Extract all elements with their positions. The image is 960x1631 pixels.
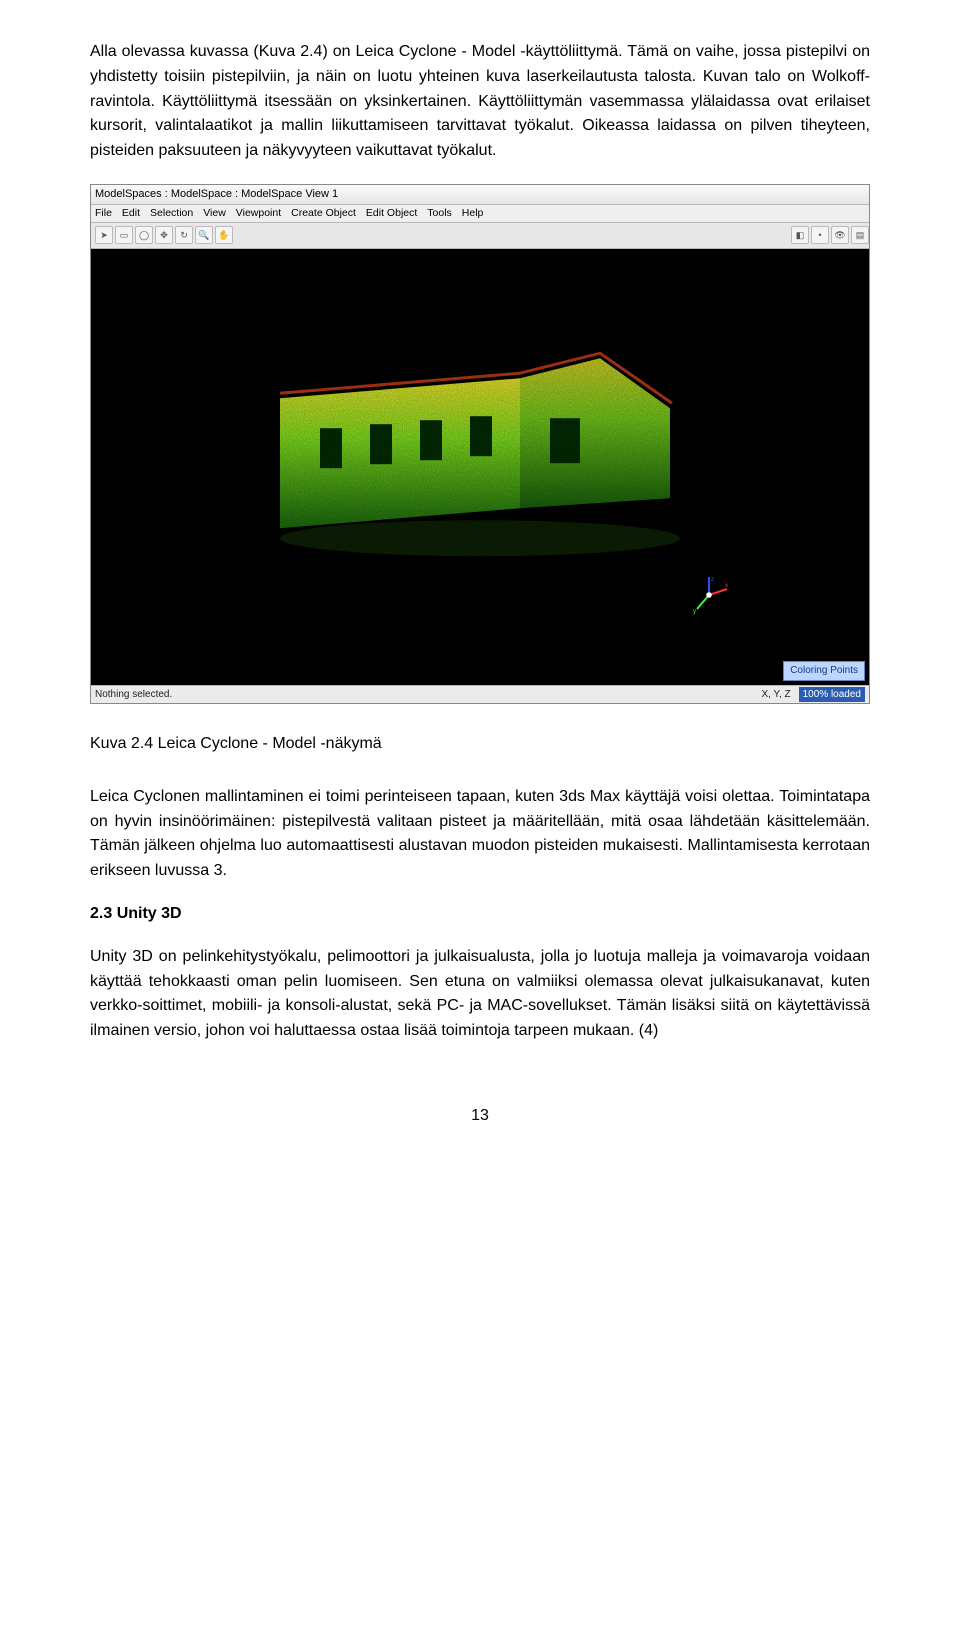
svg-text:y: y — [693, 609, 696, 615]
cyclone-screenshot: ModelSpaces : ModelSpace : ModelSpace Vi… — [90, 184, 870, 704]
tool-lasso-icon[interactable]: ◯ — [135, 226, 153, 244]
window-title: ModelSpaces : ModelSpace : ModelSpace Vi… — [95, 186, 338, 203]
tool-pan-icon[interactable]: ✋ — [215, 226, 233, 244]
tool-density-icon[interactable]: ◧ — [791, 226, 809, 244]
menu-viewpoint[interactable]: Viewpoint — [236, 205, 281, 221]
tool-misc-icon[interactable]: ▤ — [851, 226, 869, 244]
menu-help[interactable]: Help — [462, 205, 484, 221]
window-titlebar: ModelSpaces : ModelSpace : ModelSpace Vi… — [91, 185, 869, 205]
tool-pointsize-icon[interactable]: • — [811, 226, 829, 244]
coloring-points-badge[interactable]: Coloring Points — [783, 661, 865, 681]
menu-edit-object[interactable]: Edit Object — [366, 205, 417, 221]
menu-file[interactable]: File — [95, 205, 112, 221]
svg-text:x: x — [725, 583, 728, 589]
menu-bar: File Edit Selection View Viewpoint Creat… — [91, 205, 869, 223]
axis-gizmo-icon: x z y — [689, 575, 729, 615]
status-bar: Nothing selected. X, Y, Z 100% loaded — [91, 685, 869, 703]
menu-edit[interactable]: Edit — [122, 205, 140, 221]
figure-2-4: ModelSpaces : ModelSpace : ModelSpace Vi… — [90, 184, 870, 704]
menu-tools[interactable]: Tools — [427, 205, 452, 221]
tool-select-icon[interactable]: ▭ — [115, 226, 133, 244]
tool-rotate-icon[interactable]: ↻ — [175, 226, 193, 244]
paragraph-2: Leica Cyclonen mallintaminen ei toimi pe… — [90, 785, 870, 884]
heading-unity: 2.3 Unity 3D — [90, 902, 870, 927]
toolbar: ➤ ▭ ◯ ✥ ↻ 🔍 ✋ ◧ • 👁 ▤ — [91, 223, 869, 249]
status-selection: Nothing selected. — [95, 687, 172, 703]
tool-arrow-icon[interactable]: ➤ — [95, 226, 113, 244]
menu-view[interactable]: View — [203, 205, 226, 221]
menu-create-object[interactable]: Create Object — [291, 205, 356, 221]
status-loaded: 100% loaded — [799, 687, 865, 703]
tool-visibility-icon[interactable]: 👁 — [831, 226, 849, 244]
page-number: 13 — [90, 1104, 870, 1129]
menu-selection[interactable]: Selection — [150, 205, 193, 221]
tool-zoom-icon[interactable]: 🔍 — [195, 226, 213, 244]
paragraph-1: Alla olevassa kuvassa (Kuva 2.4) on Leic… — [90, 40, 870, 164]
pointcloud-house — [240, 338, 720, 568]
svg-text:z: z — [711, 577, 714, 583]
status-coords: X, Y, Z — [762, 687, 791, 703]
figure-caption: Kuva 2.4 Leica Cyclone - Model -näkymä — [90, 732, 870, 757]
tool-move-icon[interactable]: ✥ — [155, 226, 173, 244]
paragraph-3: Unity 3D on pelinkehitystyökalu, pelimoo… — [90, 945, 870, 1044]
viewport-3d[interactable]: x z y Coloring Points — [91, 249, 869, 685]
